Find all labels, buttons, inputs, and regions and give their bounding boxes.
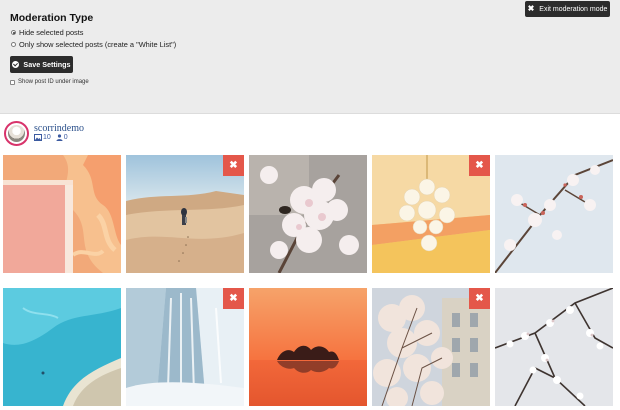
hide-post-button[interactable]: ✖: [223, 155, 244, 176]
hide-post-button[interactable]: ✖: [469, 288, 490, 309]
followers-count: 0: [63, 134, 68, 141]
photo-grid: ✖ ✖ ✖ ✖: [0, 155, 620, 410]
hide-selected-label: Hide selected posts: [19, 28, 84, 37]
avatar[interactable]: [4, 121, 29, 146]
close-icon: ✖: [527, 4, 535, 13]
white-list-label: Only show selected posts (create a "Whit…: [19, 40, 177, 49]
post-tile[interactable]: [249, 155, 367, 273]
feed-stats: 10 0: [34, 134, 73, 141]
post-tile[interactable]: [3, 155, 121, 273]
post-tile[interactable]: [495, 155, 613, 273]
pink-wall-photo: [3, 155, 121, 273]
check-circle-icon: [12, 61, 20, 68]
blossom-branches-photo: [495, 288, 613, 406]
post-tile[interactable]: ✖: [372, 288, 490, 406]
avatar-image: [8, 125, 25, 142]
post-tile[interactable]: ✖: [126, 155, 244, 273]
sunset-island-photo: [249, 288, 367, 406]
hide-post-button[interactable]: ✖: [223, 288, 244, 309]
post-tile[interactable]: ✖: [372, 155, 490, 273]
moderation-panel: Moderation Type Hide selected posts Only…: [0, 0, 620, 114]
user-icon: [56, 134, 63, 141]
followers-stat: 0: [56, 134, 68, 141]
show-post-id-option[interactable]: Show post ID under image: [10, 79, 89, 85]
white-list-radio[interactable]: [11, 42, 16, 47]
username-link[interactable]: scorrindemo: [34, 123, 84, 134]
image-icon: [34, 134, 42, 141]
save-settings-label: Save Settings: [23, 60, 71, 69]
hide-post-button[interactable]: ✖: [469, 155, 490, 176]
post-tile[interactable]: [249, 288, 367, 406]
hide-selected-radio[interactable]: [11, 30, 16, 35]
moderation-title: Moderation Type: [10, 12, 94, 24]
hide-selected-option[interactable]: Hide selected posts: [11, 28, 84, 37]
show-post-id-label: Show post ID under image: [18, 79, 89, 85]
post-tile[interactable]: [3, 288, 121, 406]
posts-stat: 10: [34, 134, 51, 141]
exit-moderation-label: Exit moderation mode: [539, 5, 608, 13]
white-list-option[interactable]: Only show selected posts (create a "Whit…: [11, 40, 176, 49]
turquoise-lagoon-photo: [3, 288, 121, 406]
exit-moderation-button[interactable]: ✖ Exit moderation mode: [525, 1, 610, 17]
cherry-blossom-bee-photo: [249, 155, 367, 273]
blossom-branch-sky-photo: [495, 155, 613, 273]
show-post-id-checkbox[interactable]: [10, 79, 15, 85]
post-tile[interactable]: [495, 288, 613, 406]
posts-count: 10: [43, 134, 51, 141]
post-tile[interactable]: ✖: [126, 288, 244, 406]
feed-header: scorrindemo 10 0: [0, 115, 620, 155]
save-settings-button[interactable]: Save Settings: [10, 56, 73, 73]
